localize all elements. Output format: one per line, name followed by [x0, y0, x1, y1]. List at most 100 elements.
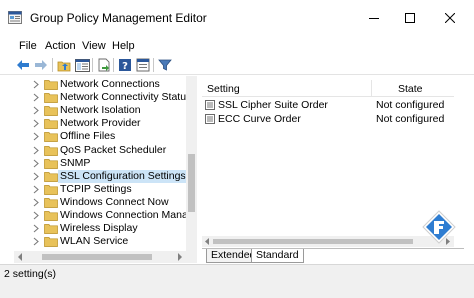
back-icon	[17, 60, 29, 70]
list-row[interactable]: SSL Cipher Suite Order Not configured	[202, 98, 454, 112]
toolbar: ?	[0, 55, 474, 75]
toolbar-separator	[52, 58, 53, 72]
tree-item[interactable]: Offline Files	[14, 130, 186, 143]
tree-item[interactable]: Network Connections	[14, 78, 186, 91]
close-icon	[445, 13, 455, 23]
list-row[interactable]: ECC Curve Order Not configured	[202, 112, 454, 126]
list-header: Setting State	[202, 80, 454, 97]
expand-arrow-icon[interactable]	[32, 119, 40, 128]
title-bar: Group Policy Management Editor	[0, 0, 474, 34]
list-horizontal-scrollbar[interactable]	[202, 236, 454, 247]
toolbar-separator	[153, 58, 154, 72]
export-list-icon	[98, 58, 110, 72]
tree-horizontal-scroll-thumb[interactable]	[42, 254, 152, 260]
toolbar-separator	[92, 58, 93, 72]
expand-arrow-icon[interactable]	[32, 211, 40, 220]
policy-editor-icon	[8, 11, 22, 24]
expand-arrow-icon[interactable]	[32, 159, 40, 168]
forward-icon	[35, 60, 47, 70]
tree-item[interactable]: Wireless Display	[14, 222, 186, 235]
tree-item[interactable]: SNMP	[14, 157, 186, 170]
tree-item-label: SSL Configuration Settings	[58, 169, 188, 183]
tree-item[interactable]: Network Connectivity Status Ind	[14, 91, 196, 104]
forward-button[interactable]	[33, 57, 49, 73]
filter-button[interactable]	[157, 57, 173, 73]
tree-item[interactable]: SSL Configuration Settings	[14, 169, 188, 183]
tree-item-label: Network Isolation	[60, 104, 141, 117]
folder-icon	[44, 158, 58, 169]
expand-arrow-icon[interactable]	[32, 172, 40, 181]
help-icon: ?	[119, 59, 131, 72]
folder-icon	[44, 93, 58, 103]
tree-item-label: Windows Connection Manager	[60, 209, 197, 221]
tree-item[interactable]: TCPIP Settings	[14, 183, 186, 196]
scroll-left-icon[interactable]	[17, 253, 23, 261]
tree-horizontal-scrollbar[interactable]	[14, 251, 186, 263]
tree-item[interactable]: WLAN Service	[14, 235, 186, 248]
help-button[interactable]: ?	[117, 57, 133, 73]
tree-item-label: QoS Packet Scheduler	[60, 143, 167, 156]
folder-icon	[44, 106, 58, 117]
setting-state: Not configured	[376, 113, 445, 125]
back-button[interactable]	[15, 57, 31, 73]
tab-standard[interactable]: Standard	[251, 249, 304, 263]
tree-pane: Network Connections Network Connectivity …	[14, 76, 197, 263]
folder-icon	[44, 171, 58, 182]
folder-icon	[44, 211, 58, 221]
setting-icon	[205, 114, 215, 124]
expand-arrow-icon[interactable]	[32, 185, 40, 194]
expand-arrow-icon[interactable]	[32, 237, 40, 246]
expand-arrow-icon[interactable]	[32, 93, 40, 102]
menu-bar: File Action View Help	[0, 37, 474, 55]
expand-arrow-icon[interactable]	[32, 106, 40, 115]
expand-arrow-icon[interactable]	[32, 132, 40, 141]
tree-item[interactable]: Windows Connection Manager	[14, 209, 196, 222]
minimize-button[interactable]	[362, 8, 386, 28]
menu-file[interactable]: File	[19, 40, 37, 52]
setting-state: Not configured	[376, 99, 445, 111]
maximize-icon	[405, 13, 415, 23]
setting-icon	[205, 100, 215, 110]
tree-item[interactable]: Windows Connect Now	[14, 196, 186, 209]
folder-icon	[44, 184, 58, 195]
expand-arrow-icon[interactable]	[32, 80, 40, 89]
expand-arrow-icon[interactable]	[32, 146, 40, 155]
menu-help[interactable]: Help	[112, 40, 135, 52]
close-button[interactable]	[438, 8, 462, 28]
column-header-setting[interactable]: Setting	[207, 83, 240, 95]
tree-item-label: SNMP	[60, 156, 91, 169]
expand-arrow-icon[interactable]	[32, 198, 40, 207]
tree-vertical-scrollbar[interactable]	[186, 76, 197, 263]
maximize-button[interactable]	[398, 8, 422, 28]
tree-item[interactable]: QoS Packet Scheduler	[14, 144, 186, 157]
up-folder-icon	[57, 61, 70, 71]
setting-name: SSL Cipher Suite Order	[218, 99, 328, 111]
svg-text:?: ?	[122, 61, 128, 72]
tree-item-label: Network Connectivity Status Ind	[60, 91, 197, 104]
list-horizontal-scroll-thumb[interactable]	[213, 239, 413, 244]
tree-item[interactable]: Network Isolation	[14, 104, 186, 117]
tree-item-label: TCPIP Settings	[60, 182, 132, 195]
tree-item-label: Windows Connect Now	[60, 195, 169, 208]
up-folder-button[interactable]	[56, 57, 72, 73]
expand-arrow-icon[interactable]	[32, 224, 40, 233]
setting-name: ECC Curve Order	[218, 113, 301, 125]
toolbar-separator	[113, 58, 114, 72]
export-list-button[interactable]	[96, 57, 112, 73]
show-hide-tree-icon	[74, 58, 90, 72]
folder-icon	[44, 80, 58, 90]
scroll-left-icon[interactable]	[204, 238, 210, 245]
scroll-right-icon[interactable]	[177, 253, 183, 261]
tree-item-label: WLAN Service	[60, 235, 129, 248]
minimize-icon	[369, 18, 379, 19]
show-hide-tree-button[interactable]	[74, 57, 90, 73]
tree-item[interactable]: Network Provider	[14, 117, 186, 130]
tree-vertical-scroll-thumb[interactable]	[188, 154, 195, 212]
menu-view[interactable]: View	[82, 40, 106, 52]
menu-action[interactable]: Action	[45, 40, 76, 52]
properties-icon	[136, 58, 150, 72]
tree-item-label: Network Provider	[60, 117, 141, 130]
properties-button[interactable]	[135, 57, 151, 73]
column-header-state[interactable]: State	[398, 83, 423, 95]
column-divider[interactable]	[371, 80, 372, 96]
